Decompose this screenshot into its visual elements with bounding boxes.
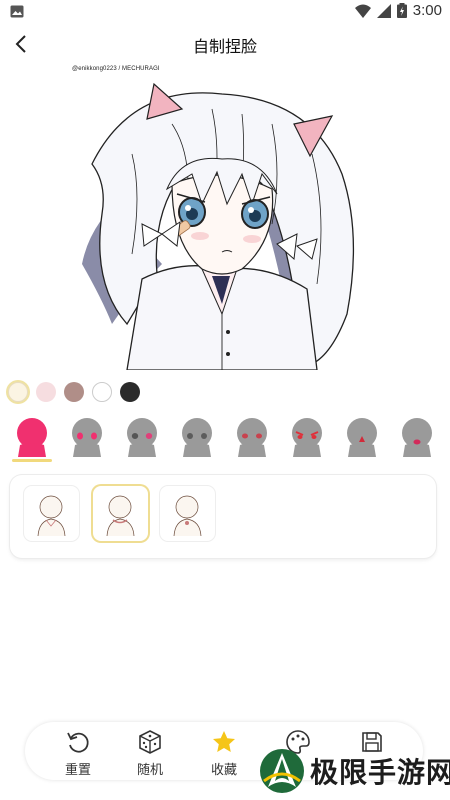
reset-icon (67, 732, 89, 753)
head-angry-eyes-icon (292, 418, 322, 457)
body-sketch-icon (173, 495, 202, 537)
head-option[interactable] (61, 412, 113, 462)
head-gray-eyes-icon (182, 418, 212, 457)
star-icon (213, 731, 235, 752)
image-notification-icon (10, 5, 24, 18)
character-preview: @enikkong0223 / MECHURAGI (72, 64, 372, 371)
head-option[interactable] (226, 412, 278, 462)
head-option-row (6, 412, 450, 466)
head-pink-eyes-icon (72, 418, 102, 457)
watermark-text: 极限手游网 (310, 758, 450, 789)
body-option-card[interactable] (160, 486, 215, 541)
reset-button[interactable]: 重置 (53, 728, 103, 778)
color-swatch-white[interactable] (92, 382, 112, 402)
artist-credit: @enikkong0223 / MECHURAGI (72, 66, 160, 72)
body-sketch-icon (37, 495, 66, 537)
body-option-card[interactable] (24, 486, 79, 541)
wifi-icon (354, 4, 371, 18)
random-button[interactable]: 随机 (125, 728, 175, 778)
head-red-mark-icon (347, 418, 377, 457)
head-option[interactable] (336, 412, 388, 462)
color-swatch-pink[interactable] (36, 382, 56, 402)
body-option-card[interactable] (93, 486, 148, 541)
random-label: 随机 (136, 762, 163, 777)
character-illustration (82, 82, 355, 371)
head-option[interactable] (391, 412, 443, 462)
head-pink-eyes-icon (127, 418, 157, 457)
reset-label: 重置 (64, 762, 91, 777)
head-color-icon (17, 418, 47, 457)
title-bar: 自制捏脸 (0, 24, 450, 64)
favorite-label: 收藏 (210, 762, 237, 777)
head-option[interactable] (171, 412, 223, 462)
watermark-logo-icon (260, 749, 304, 793)
status-time: 3:00 (412, 2, 442, 19)
color-swatch-cream[interactable] (8, 382, 28, 402)
signal-icon (376, 3, 391, 18)
color-swatch-black[interactable] (120, 382, 140, 402)
head-option[interactable] (281, 412, 333, 462)
color-swatch-mauve[interactable] (64, 382, 84, 402)
body-option-panel (10, 475, 436, 558)
color-swatch-row (8, 382, 140, 402)
dice-icon (139, 730, 161, 754)
head-red-mouth-icon (402, 418, 432, 457)
favorite-button[interactable]: 收藏 (199, 728, 249, 778)
head-option[interactable] (116, 412, 168, 462)
status-icons: 3:00 (354, 2, 442, 19)
head-option[interactable] (6, 412, 58, 462)
watermark: 极限手游网 (258, 745, 450, 797)
status-bar: 3:00 (0, 0, 450, 24)
page-title: 自制捏脸 (192, 39, 257, 56)
body-sketch-icon (106, 495, 135, 537)
battery-icon (396, 3, 407, 18)
head-red-eyes-icon (237, 418, 267, 457)
